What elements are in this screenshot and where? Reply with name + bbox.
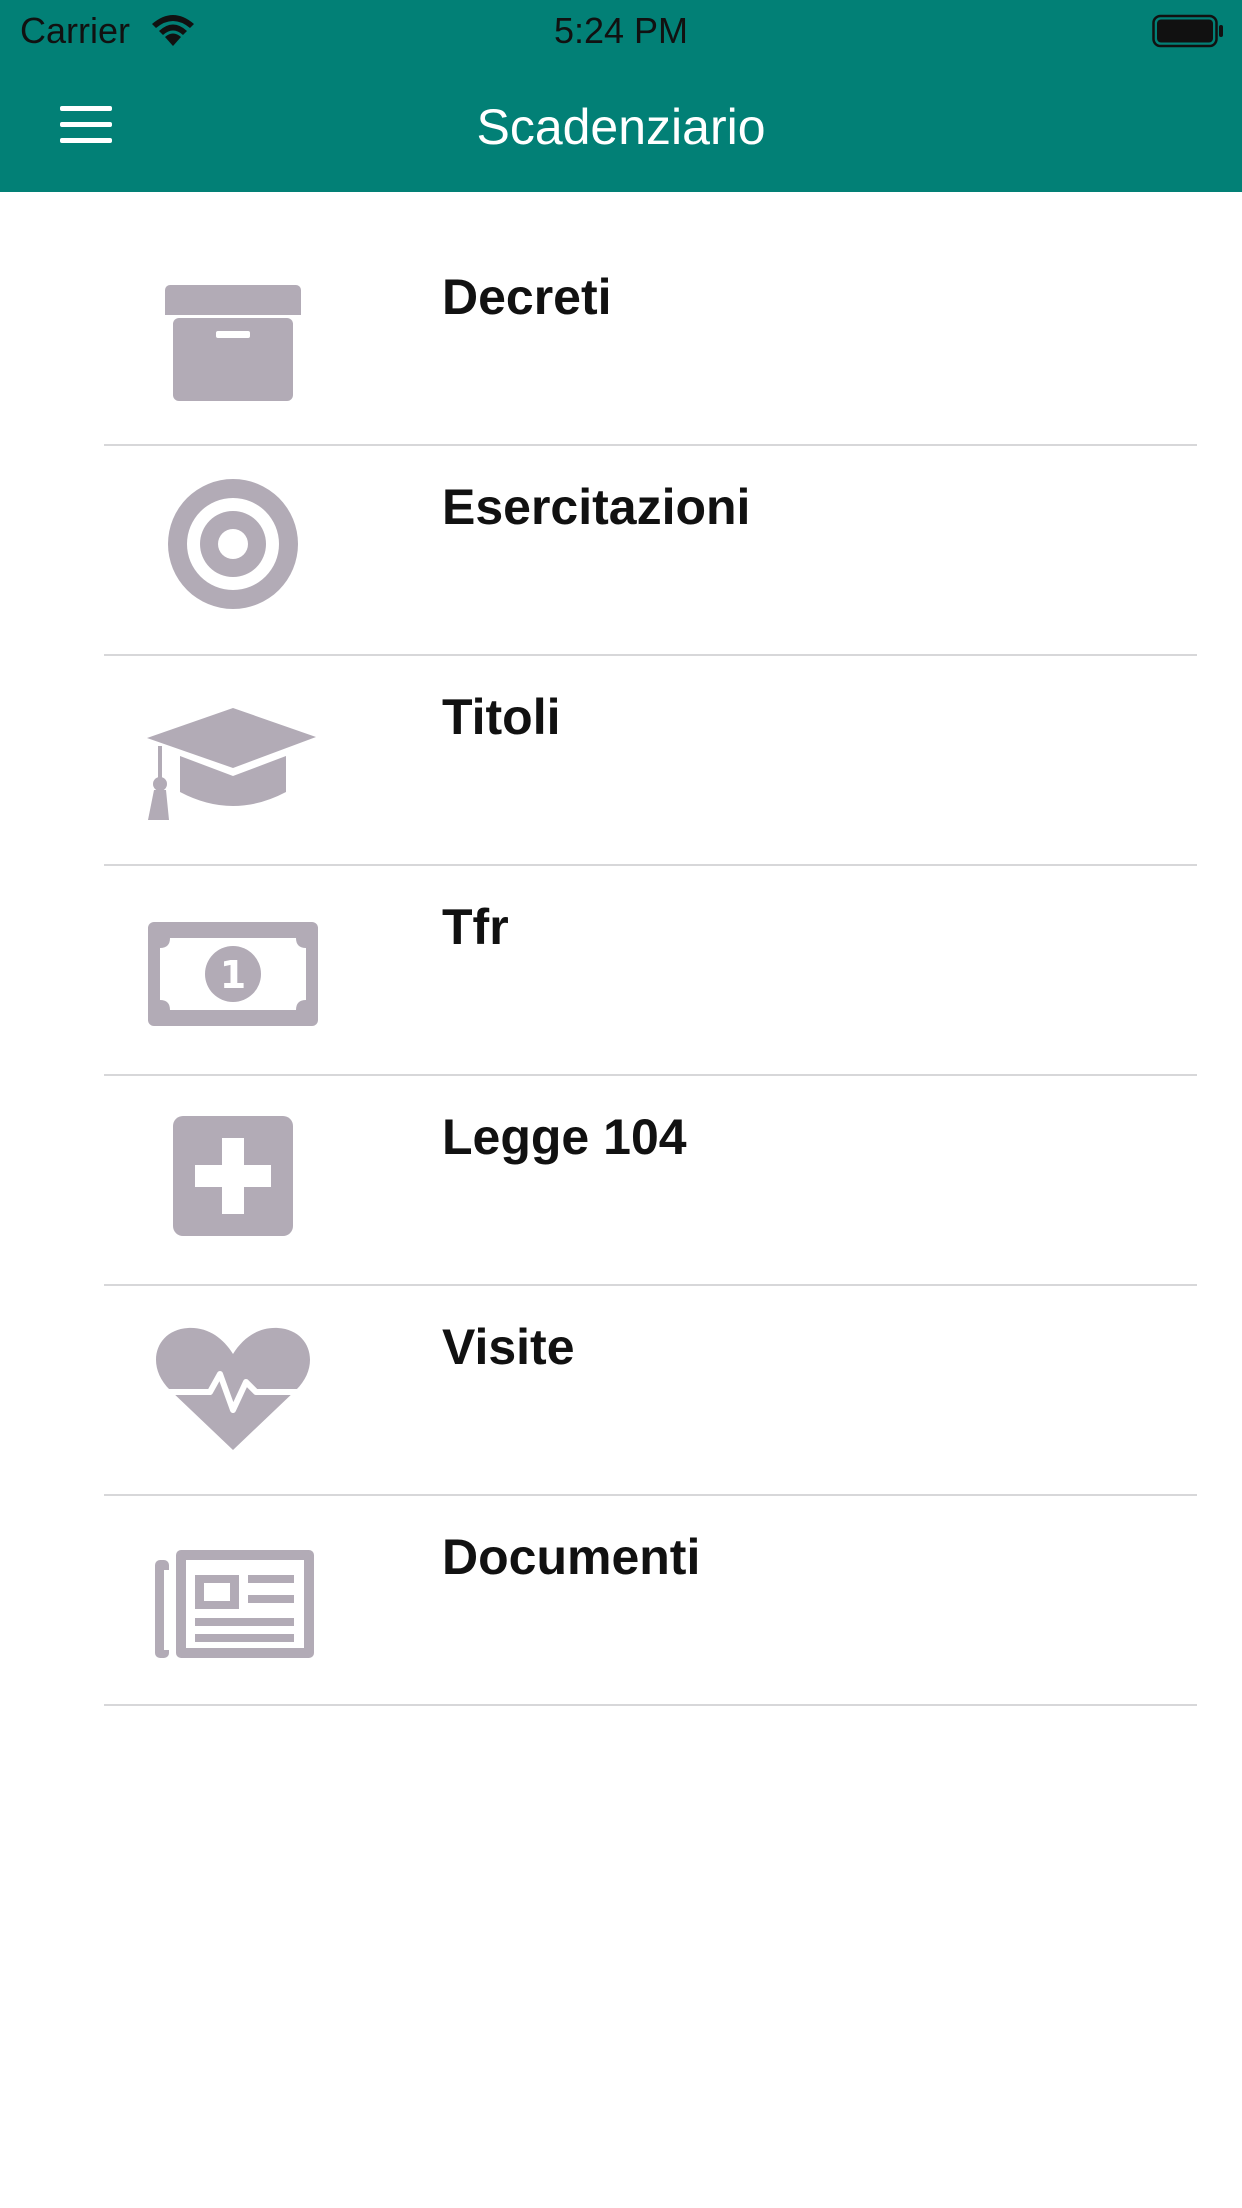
medical-plus-icon <box>173 1116 293 1236</box>
divider <box>104 1704 1197 1706</box>
menu-item-label: Decreti <box>442 269 612 325</box>
target-icon <box>168 479 298 609</box>
top-bar: Carrier 5:24 PM Scadenziario <box>0 0 1242 192</box>
menu-item-titoli[interactable]: Titoli <box>0 656 1242 866</box>
menu-item-label: Legge 104 <box>442 1109 687 1165</box>
archive-box-icon <box>165 285 301 401</box>
menu-item-tfr[interactable]: 1 Tfr <box>0 866 1242 1076</box>
clock-label: 5:24 PM <box>553 10 689 51</box>
menu-item-legge-104[interactable]: Legge 104 <box>0 1076 1242 1286</box>
menu-item-label: Esercitazioni <box>442 479 751 535</box>
battery-icon <box>1152 14 1223 48</box>
menu-item-visite[interactable]: Visite <box>0 1286 1242 1496</box>
svg-text:1: 1 <box>220 953 246 997</box>
heartbeat-icon <box>156 1327 310 1450</box>
menu-item-label: Titoli <box>442 689 561 745</box>
money-bill-icon: 1 <box>148 922 318 1026</box>
navigation-bar: Scadenziario <box>0 62 1242 192</box>
graduation-cap-icon <box>147 708 316 820</box>
menu-item-label: Documenti <box>442 1529 701 1585</box>
menu-item-label: Tfr <box>442 899 509 955</box>
menu-item-esercitazioni[interactable]: Esercitazioni <box>0 446 1242 656</box>
menu-item-documenti[interactable]: Documenti <box>0 1496 1242 1706</box>
menu-list: Decreti Esercitazioni Titoli 1 Tfr Legge… <box>0 236 1242 1706</box>
menu-item-label: Visite <box>442 1319 575 1375</box>
status-bar: Carrier 5:24 PM <box>0 0 1242 62</box>
newspaper-icon <box>155 1550 314 1658</box>
page-title: Scadenziario <box>476 99 766 155</box>
menu-item-decreti[interactable]: Decreti <box>0 236 1242 446</box>
